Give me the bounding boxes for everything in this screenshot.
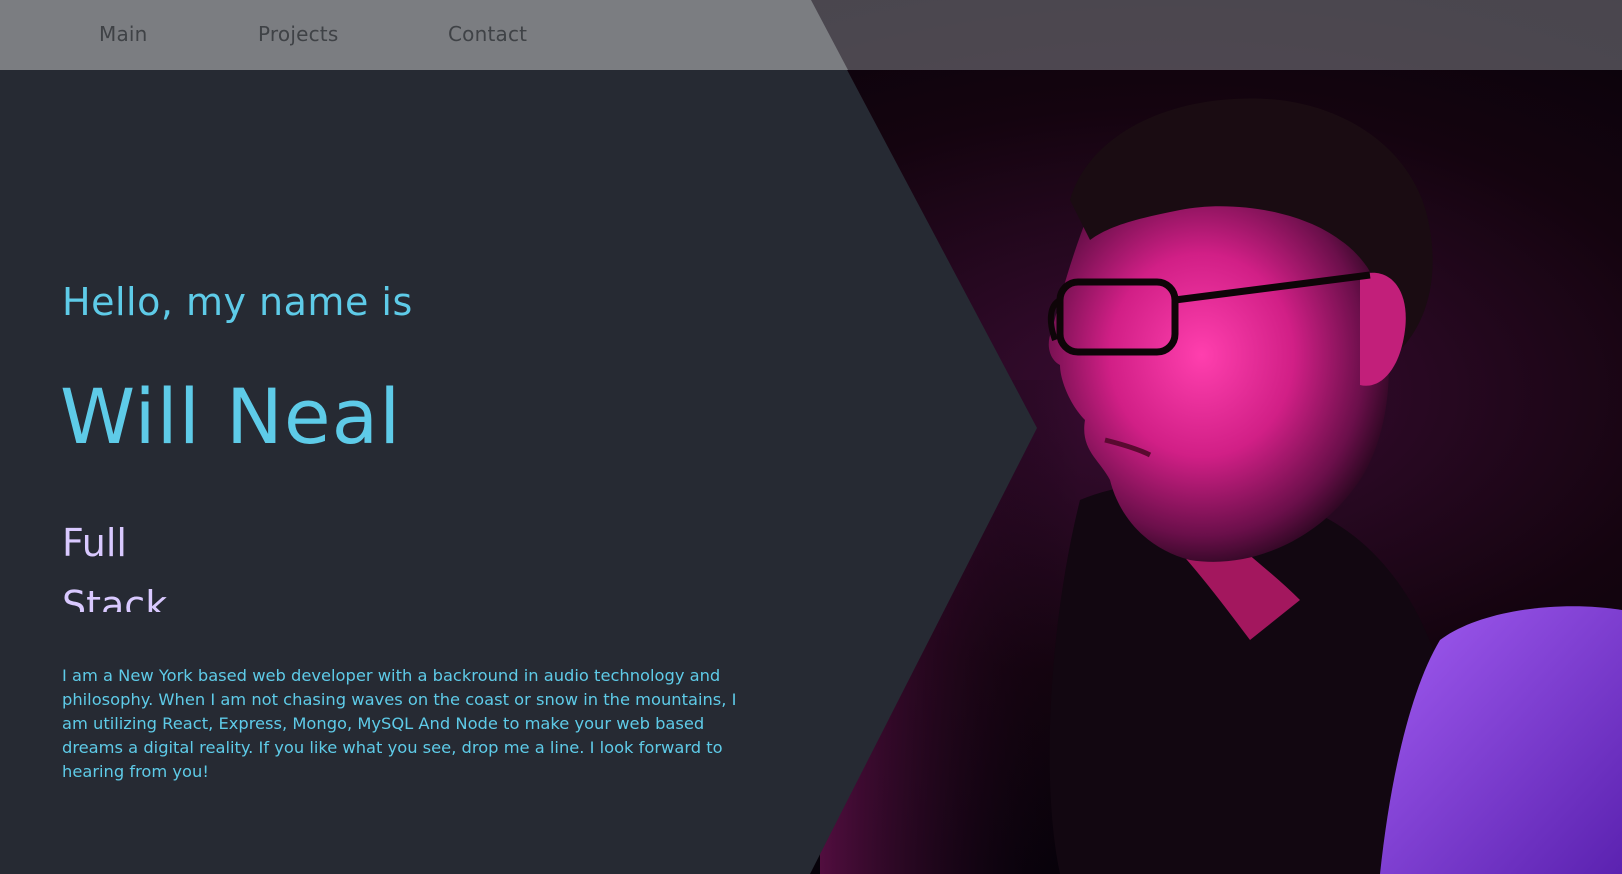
hero-role-line: Full bbox=[62, 521, 127, 565]
hero-name: Will Neal bbox=[60, 372, 402, 461]
hero-role-rotator: Full Stack bbox=[62, 512, 362, 612]
hero-bio: I am a New York based web developer with… bbox=[62, 666, 737, 782]
navbar-left-segment bbox=[0, 0, 848, 70]
nav-link-projects[interactable]: Projects bbox=[258, 22, 338, 46]
hero-greeting: Hello, my name is bbox=[62, 280, 413, 324]
hero-role-line: Stack bbox=[62, 583, 168, 612]
nav-link-contact[interactable]: Contact bbox=[448, 22, 527, 46]
nav-link-main[interactable]: Main bbox=[99, 22, 148, 46]
top-navbar: Main Projects Contact bbox=[0, 0, 1622, 70]
